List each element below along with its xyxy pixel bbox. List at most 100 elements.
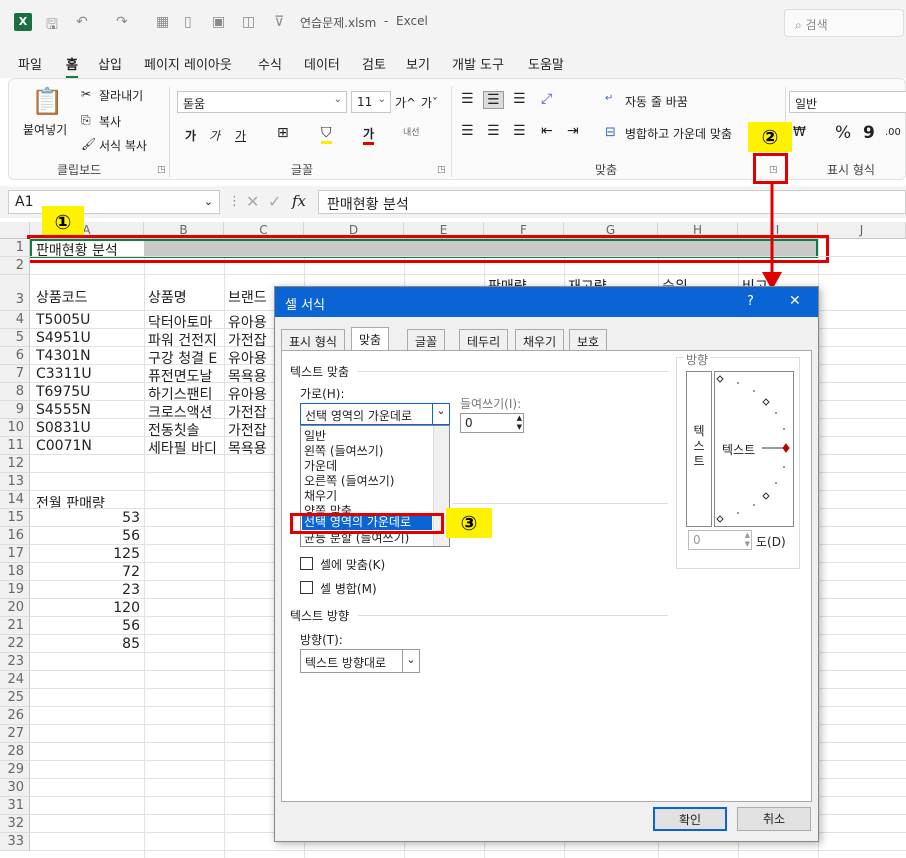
row-header[interactable]: 32 bbox=[0, 815, 30, 833]
cell-code[interactable]: T5005U bbox=[36, 312, 90, 328]
vertical-text-button[interactable]: 텍 스 트 bbox=[686, 371, 712, 527]
shrink-font-button[interactable]: 가ˇ bbox=[421, 94, 438, 111]
direction-select[interactable]: 텍스트 방향대로 ⌄ bbox=[300, 649, 420, 673]
close-icon[interactable]: ✕ bbox=[789, 293, 801, 309]
format-painter-button[interactable]: 서식 복사 bbox=[99, 137, 147, 154]
italic-button[interactable]: 가 bbox=[209, 127, 220, 144]
tab-fill[interactable]: 채우기 bbox=[515, 329, 565, 350]
align-bottom-icon[interactable]: ☰ bbox=[513, 91, 526, 107]
new-file-icon[interactable]: ▯ bbox=[184, 14, 192, 30]
comma-button[interactable]: 9 bbox=[863, 123, 875, 143]
row-header[interactable]: 13 bbox=[0, 473, 30, 491]
horizontal-select[interactable]: 선택 영역의 가운데로 ⌄ bbox=[300, 403, 450, 425]
tab-developer[interactable]: 개발 도구 bbox=[452, 54, 504, 73]
save-icon[interactable]: 🖫 bbox=[46, 14, 58, 38]
font-launcher-icon[interactable]: ◳ bbox=[437, 165, 446, 175]
cell-sales[interactable]: 85 bbox=[36, 636, 140, 652]
row-header[interactable]: 15 bbox=[0, 509, 30, 527]
row-header[interactable]: 5 bbox=[0, 329, 30, 347]
cell-sales[interactable]: 120 bbox=[36, 600, 140, 616]
spinner-arrows-icon[interactable]: ▲ ▼ bbox=[517, 414, 522, 432]
paste-icon[interactable]: 📋 bbox=[31, 87, 63, 117]
ok-button[interactable]: 확인 bbox=[653, 807, 727, 831]
cell-sales[interactable]: 23 bbox=[36, 582, 140, 598]
degree-spinner[interactable]: 0 ▲ ▼ bbox=[688, 530, 752, 550]
cancel-button[interactable]: 취소 bbox=[737, 807, 811, 831]
row-header[interactable]: 24 bbox=[0, 671, 30, 689]
cell-code[interactable]: T6975U bbox=[36, 384, 90, 400]
row-header[interactable]: 22 bbox=[0, 635, 30, 653]
tab-number[interactable]: 표시 형식 bbox=[281, 329, 345, 350]
tab-view[interactable]: 보기 bbox=[406, 54, 430, 73]
align-right-icon[interactable]: ☰ bbox=[513, 123, 526, 139]
decrease-indent-icon[interactable]: ⇤ bbox=[541, 123, 553, 139]
indent-spinner[interactable]: 0 ▲ ▼ bbox=[460, 413, 524, 433]
cell-code[interactable]: S4555N bbox=[36, 402, 91, 418]
row-header[interactable]: 28 bbox=[0, 743, 30, 761]
cell-code[interactable]: S0831U bbox=[36, 420, 91, 436]
camera-icon[interactable]: ◫ bbox=[242, 14, 255, 30]
increase-decimal-icon[interactable]: .00 bbox=[885, 127, 901, 138]
tab-alignment[interactable]: 맞춤 bbox=[351, 327, 390, 351]
name-box[interactable]: A1 ⌄ bbox=[8, 190, 220, 214]
tab-help[interactable]: 도움말 bbox=[528, 54, 564, 73]
percent-button[interactable]: % bbox=[835, 123, 851, 143]
row-header[interactable]: 11 bbox=[0, 437, 30, 455]
row-header[interactable]: 23 bbox=[0, 653, 30, 671]
row-header[interactable]: 29 bbox=[0, 761, 30, 779]
cell-code[interactable]: C3311U bbox=[36, 366, 92, 382]
row-header[interactable]: 18 bbox=[0, 563, 30, 581]
print-preview-icon[interactable]: ▣ bbox=[212, 14, 225, 30]
font-size-dropdown[interactable]: 11 ⌄ bbox=[351, 91, 391, 113]
orientation-icon[interactable]: ⤢ bbox=[541, 91, 552, 107]
merge-cells-checkbox[interactable] bbox=[300, 581, 313, 594]
row-header[interactable]: 33 bbox=[0, 833, 30, 851]
cell-product-name[interactable]: 퓨전면도날 bbox=[148, 366, 224, 386]
align-left-icon[interactable]: ☰ bbox=[461, 123, 474, 139]
row-header[interactable]: 31 bbox=[0, 797, 30, 815]
cell-a14[interactable]: 전월 판매량 bbox=[36, 493, 105, 513]
underline-button[interactable]: 가 bbox=[235, 127, 246, 144]
phonetic-button[interactable]: 내선 bbox=[403, 125, 420, 138]
cell-product-name[interactable]: 구강 청결 E bbox=[148, 348, 224, 368]
row-header[interactable]: 19 bbox=[0, 581, 30, 599]
number-format-dropdown[interactable]: 일반 bbox=[789, 91, 906, 113]
select-all-corner[interactable] bbox=[0, 222, 30, 239]
row-header[interactable]: 20 bbox=[0, 599, 30, 617]
column-header-j[interactable]: J bbox=[818, 222, 906, 239]
merge-center-icon[interactable]: ⊟ bbox=[605, 125, 616, 140]
cell-product-name[interactable]: 닥터아토마 bbox=[148, 312, 224, 332]
row-header[interactable]: 25 bbox=[0, 689, 30, 707]
tab-protection[interactable]: 보호 bbox=[569, 329, 608, 350]
cell-sales[interactable]: 56 bbox=[36, 618, 140, 634]
row-header[interactable]: 6 bbox=[0, 347, 30, 365]
row-header[interactable]: 26 bbox=[0, 707, 30, 725]
cut-icon[interactable]: ✂ bbox=[81, 87, 91, 101]
tab-insert[interactable]: 삽입 bbox=[98, 54, 122, 73]
redo-icon[interactable]: ↷ bbox=[116, 14, 128, 30]
undo-icon[interactable]: ↶ bbox=[76, 14, 88, 30]
cancel-entry-icon[interactable]: ✕ bbox=[246, 192, 259, 211]
confirm-entry-icon[interactable]: ✓ bbox=[268, 192, 281, 211]
cell-code[interactable]: T4301N bbox=[36, 348, 91, 364]
row-header[interactable]: 17 bbox=[0, 545, 30, 563]
row-header[interactable]: 1 bbox=[0, 239, 30, 257]
insert-function-button[interactable]: fx bbox=[292, 192, 306, 210]
copy-icon[interactable]: ⎘ bbox=[81, 113, 91, 128]
cell-product-name[interactable]: 세타필 바디 bbox=[148, 438, 224, 458]
tab-page-layout[interactable]: 페이지 레이아웃 bbox=[144, 54, 232, 73]
align-center-icon[interactable]: ☰ bbox=[487, 123, 500, 139]
merge-center-button[interactable]: 병합하고 가운데 맞춤 bbox=[625, 125, 732, 142]
format-painter-icon[interactable]: 🖌 bbox=[81, 137, 96, 151]
cell-code[interactable]: S4951U bbox=[36, 330, 91, 346]
increase-indent-icon[interactable]: ⇥ bbox=[567, 123, 579, 139]
tab-data[interactable]: 데이터 bbox=[304, 54, 340, 73]
cell-product-name[interactable]: 전동칫솔 bbox=[148, 420, 224, 440]
tab-file[interactable]: 파일 bbox=[18, 54, 42, 73]
row-header[interactable]: 9 bbox=[0, 401, 30, 419]
row-header[interactable]: 27 bbox=[0, 725, 30, 743]
form-icon[interactable]: ▦ bbox=[156, 14, 169, 30]
row-header[interactable]: 14 bbox=[0, 491, 30, 509]
grow-font-button[interactable]: 가^ bbox=[395, 94, 416, 111]
tab-formulas[interactable]: 수식 bbox=[258, 54, 282, 73]
